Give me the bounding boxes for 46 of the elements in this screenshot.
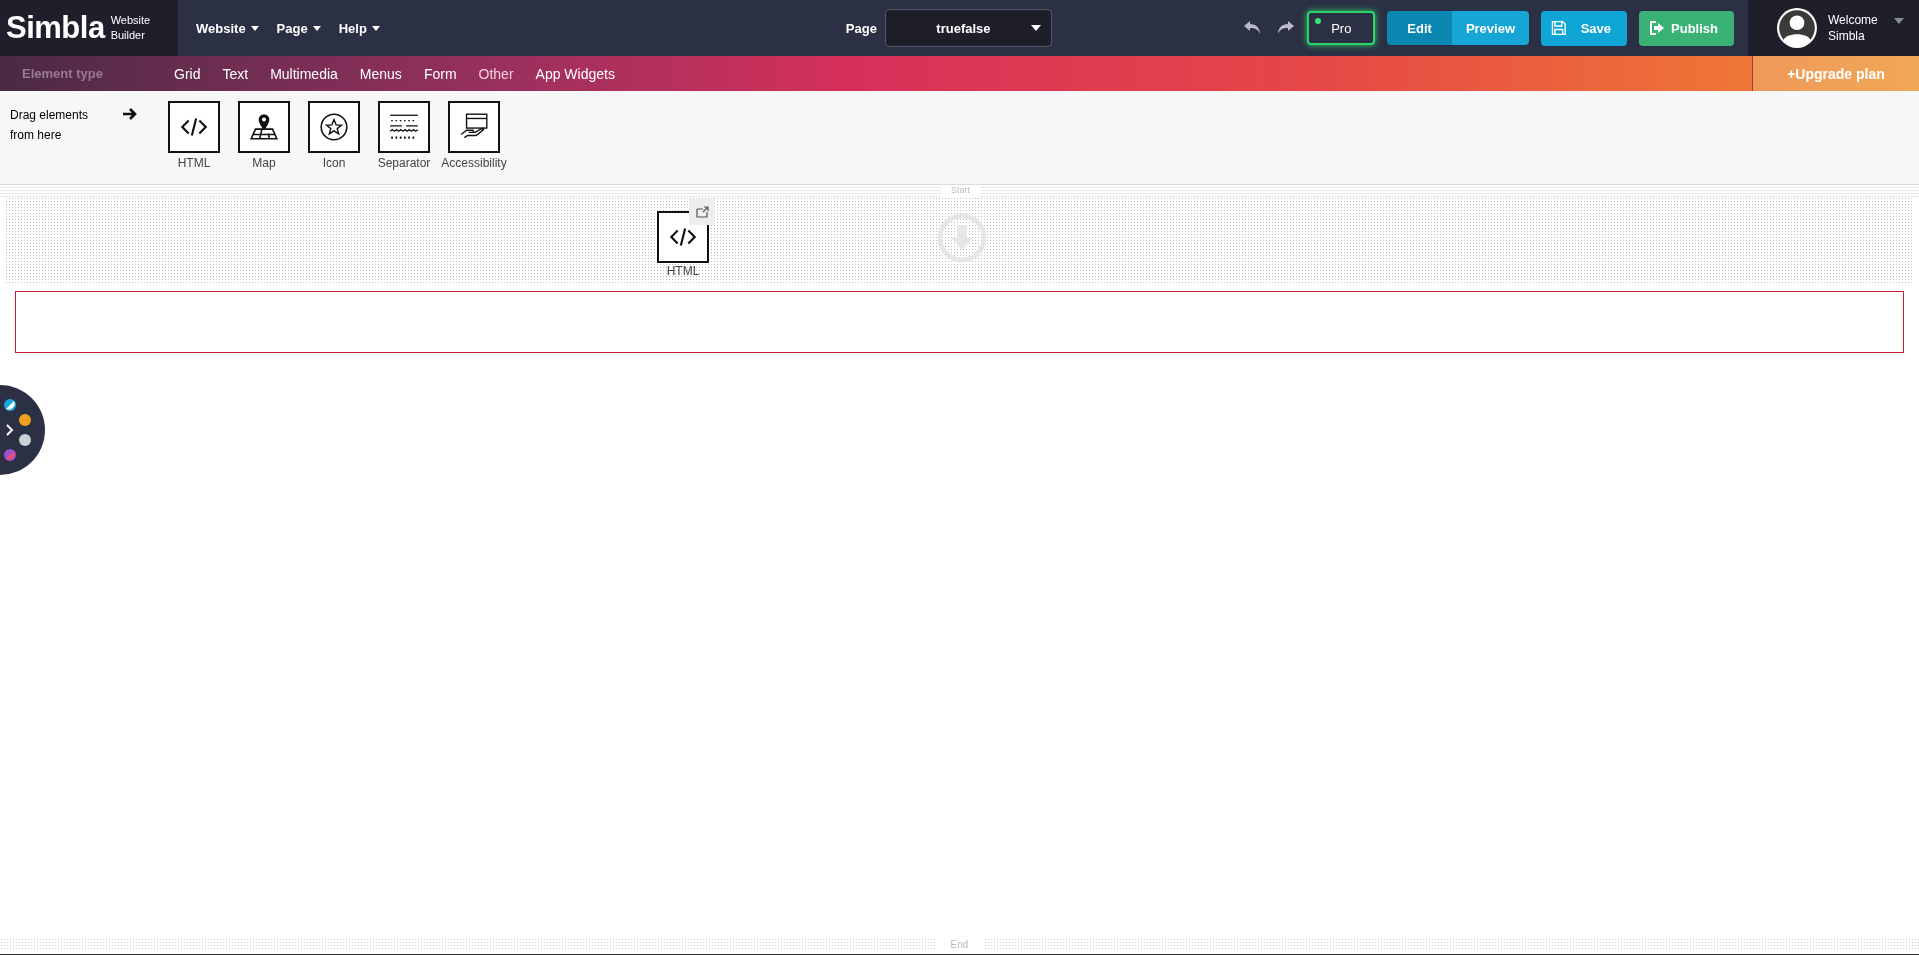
caret-icon[interactable] (1893, 18, 1904, 24)
page-label: Page (845, 20, 877, 36)
element-type-tab[interactable]: Menus (348, 61, 413, 86)
edit-mode-button[interactable]: Edit (1387, 11, 1452, 45)
user-greeting[interactable]: Welcome Simbla (1828, 12, 1878, 44)
status-dot-icon (1315, 18, 1322, 24)
element-label: Accessibility (441, 156, 507, 170)
element-type-tab[interactable]: Multimedia (259, 61, 349, 86)
start-marker: Start (941, 185, 980, 197)
element-tile[interactable] (168, 101, 220, 153)
caret-icon (371, 25, 380, 31)
map-pin-icon (248, 111, 280, 143)
exit-arrow-icon (1649, 20, 1666, 36)
page-select[interactable]: truefalse (884, 9, 1052, 47)
placed-element[interactable] (657, 211, 709, 263)
redo-icon[interactable] (1275, 20, 1296, 36)
element-tile[interactable] (238, 101, 290, 153)
pro-badge[interactable]: Pro (1307, 11, 1376, 45)
element-type-heading: Element type (21, 66, 104, 81)
element-label: HTML (666, 264, 700, 278)
element-tile[interactable] (448, 101, 500, 153)
caret-icon (312, 25, 321, 31)
logo-wordmark[interactable]: Simbla (6, 10, 105, 46)
color-theme-wheel-icon[interactable] (0, 385, 45, 475)
menu-dropdown[interactable]: Page (270, 16, 327, 40)
element-type-tab[interactable]: App Widgets (524, 61, 626, 86)
element-label: Map (252, 156, 276, 170)
avatar-silhouette-icon[interactable] (1776, 7, 1818, 49)
element-type-tab[interactable]: Text (211, 61, 260, 86)
drag-hint: Drag elements from here (9, 107, 90, 144)
element-tile[interactable] (308, 101, 360, 153)
element-tile[interactable] (378, 101, 430, 153)
logo-tagline: Website Builder (110, 13, 151, 43)
menu-dropdown[interactable]: Help (332, 16, 386, 40)
caret-icon (250, 25, 259, 31)
element-label: Icon (322, 156, 346, 170)
menu-dropdown[interactable]: Website (190, 16, 265, 40)
end-marker: End (949, 938, 970, 950)
caret-icon (1030, 25, 1041, 31)
element-label: HTML (177, 156, 211, 170)
arrow-right-icon (122, 107, 138, 121)
element-type-tab[interactable]: Grid (163, 61, 212, 86)
selected-section[interactable] (15, 291, 1904, 353)
external-link-icon[interactable] (689, 199, 715, 225)
element-type-tab[interactable]: Form (412, 61, 468, 86)
element-label: Separator (377, 156, 431, 170)
